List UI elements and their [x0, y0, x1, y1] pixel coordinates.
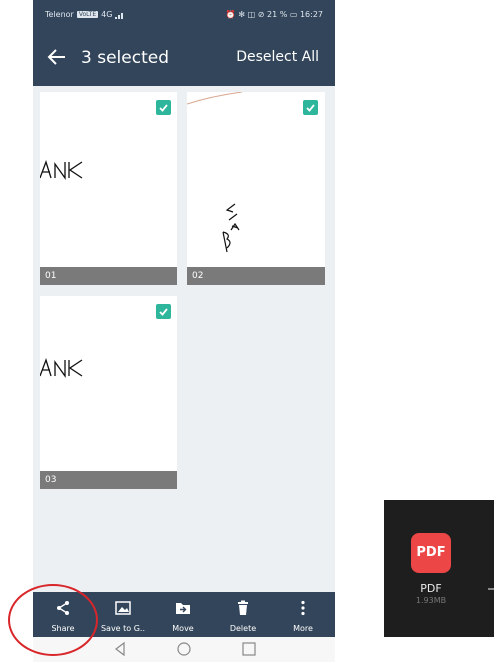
save-to-gallery-label: Save to G..: [100, 624, 146, 633]
selection-count-title: 3 selected: [81, 48, 169, 68]
checkmark-icon: [159, 308, 168, 316]
pdf-option-icon[interactable]: PDF: [411, 533, 451, 573]
page-label: 02: [187, 267, 325, 285]
share-highlight-circle: [8, 584, 98, 656]
checkmark-icon: [306, 104, 315, 112]
back-arrow-icon[interactable]: [45, 45, 69, 69]
delete-button[interactable]: Delete: [213, 592, 273, 637]
selected-checkbox[interactable]: [303, 100, 318, 115]
nav-back-icon[interactable]: [113, 641, 127, 657]
handwriting-sketch: [40, 159, 83, 181]
page-thumbnail-02[interactable]: 02: [187, 92, 325, 285]
save-to-gallery-button[interactable]: Save to G..: [93, 592, 153, 637]
signal-icon: [115, 12, 124, 19]
selection-app-bar: 3 selected Deselect All: [33, 30, 335, 86]
more-button[interactable]: More: [273, 592, 333, 637]
nav-home-icon[interactable]: [176, 641, 192, 657]
pdf-option-size: 1.93MB: [415, 596, 447, 605]
phone-screen: Telenor VoLTE 4G ⏰ ✻ ◫ ⊘ 21 % ▭ 16:27 3 …: [33, 0, 335, 662]
move-button[interactable]: Move: [153, 592, 213, 637]
more-label: More: [293, 624, 313, 633]
volte-badge: VoLTE: [76, 11, 99, 18]
pdf-option-label[interactable]: PDF: [401, 582, 461, 595]
next-option-peek: [488, 588, 494, 590]
carrier-text: Telenor: [45, 10, 74, 19]
network-type-text: 4G: [101, 10, 113, 19]
delete-label: Delete: [229, 624, 257, 633]
move-folder-icon: [176, 603, 190, 614]
selected-checkbox[interactable]: [156, 100, 171, 115]
page-label: 01: [40, 267, 177, 285]
checkmark-icon: [159, 104, 168, 112]
page-thumbnail-01[interactable]: 01: [40, 92, 177, 285]
page-thumbnail-03[interactable]: 03: [40, 296, 177, 489]
trash-icon: [238, 600, 248, 615]
handwriting-sketch: [187, 92, 243, 253]
page-label: 03: [40, 471, 177, 489]
share-target-panel: PDF PDF 1.93MB: [384, 500, 494, 637]
status-right: ⏰ ✻ ◫ ⊘ 21 % ▭ 16:27: [225, 10, 323, 19]
deselect-all-button[interactable]: Deselect All: [236, 49, 319, 65]
status-bar: Telenor VoLTE 4G ⏰ ✻ ◫ ⊘ 21 % ▭ 16:27: [33, 0, 335, 30]
move-label: Move: [172, 624, 194, 633]
more-vertical-icon: [301, 600, 305, 616]
nav-recents-icon[interactable]: [241, 641, 257, 657]
status-left: Telenor VoLTE 4G: [45, 10, 125, 19]
selected-checkbox[interactable]: [156, 304, 171, 319]
handwriting-sketch: [40, 357, 83, 379]
image-icon: [115, 601, 131, 615]
